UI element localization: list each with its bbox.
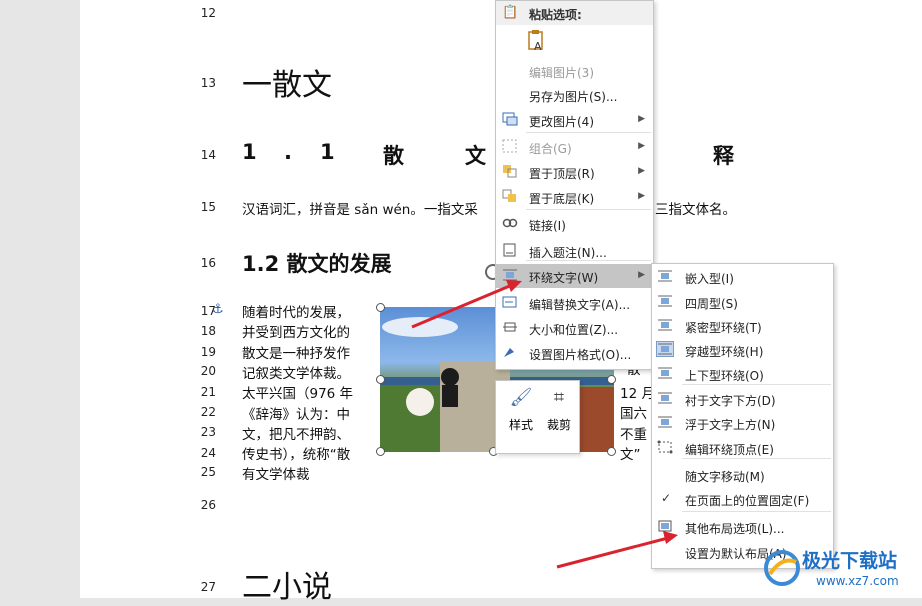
- watermark: 极光下载站 www.xz7.com: [760, 540, 920, 596]
- watermark-url: www.xz7.com: [816, 574, 899, 588]
- annotation-arrow-head: [663, 531, 678, 544]
- annotation-arrow: [411, 283, 513, 329]
- annotation-arrow: [556, 536, 669, 569]
- watermark-brand: 极光下载站: [802, 550, 898, 572]
- annotation-arrows: [411, 280, 678, 569]
- watermark-logo-icon: [764, 550, 800, 586]
